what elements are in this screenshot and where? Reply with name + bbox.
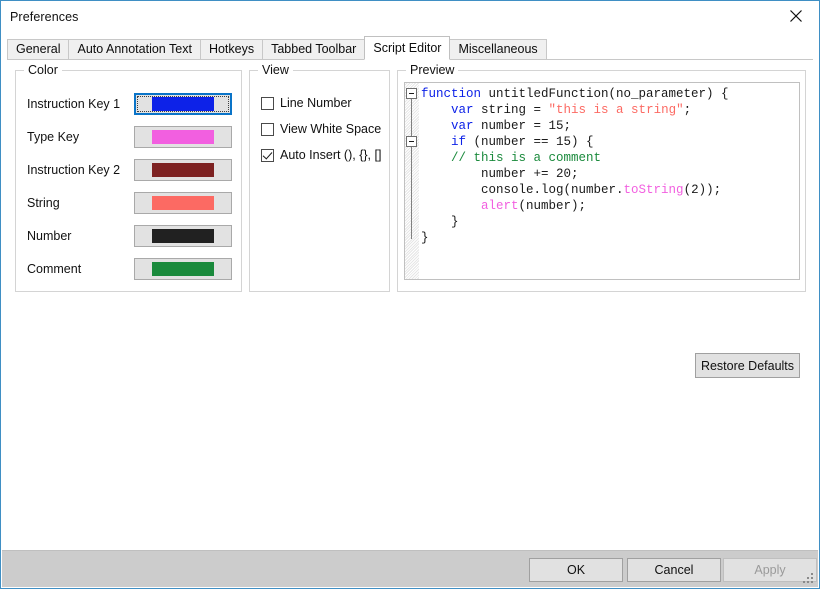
checkbox-label: Auto Insert (), {}, [] (280, 148, 382, 162)
view-group-label: View (258, 63, 293, 77)
color-row: Type Key (27, 126, 232, 148)
code-token: untitledFunction(no_parameter) { (481, 87, 729, 101)
color-swatch-button[interactable] (134, 258, 232, 280)
code-line: number += 20; (421, 166, 799, 182)
cancel-button[interactable]: Cancel (627, 558, 721, 582)
code-token: number = 15; (473, 119, 572, 133)
code-token: } (421, 215, 459, 229)
tab-auto-annotation-text[interactable]: Auto Annotation Text (68, 39, 201, 60)
checkbox-label: View White Space (280, 122, 382, 136)
color-row-label: Type Key (27, 130, 80, 144)
preview-group: Preview function untitledFunction(no_par… (397, 63, 806, 292)
color-swatch-fill (152, 97, 214, 111)
fold-collapse-icon[interactable] (406, 136, 417, 147)
close-icon[interactable] (773, 1, 819, 31)
code-line: // this is a comment (421, 150, 799, 166)
checkbox-unchecked-icon[interactable] (261, 96, 274, 110)
color-swatch-button[interactable] (134, 126, 232, 148)
checkbox-row[interactable]: View White Space (261, 122, 381, 136)
tab-page-script-editor: Color Instruction Key 1 Type Key Instructi… (1, 60, 819, 588)
tab-miscellaneous[interactable]: Miscellaneous (449, 39, 547, 60)
code-line: } (421, 230, 799, 246)
color-row-label: Instruction Key 2 (27, 163, 121, 177)
checkbox-checked-icon[interactable] (261, 148, 274, 162)
code-token: number += 20; (421, 167, 579, 181)
color-swatch-fill (152, 262, 214, 276)
color-swatch-fill (152, 163, 214, 177)
code-token: "this is a string" (548, 103, 684, 117)
tab-tabbed-toolbar[interactable]: Tabbed Toolbar (262, 39, 366, 60)
code-token: toString (623, 183, 684, 197)
code-token: (number); (518, 199, 587, 213)
color-group-label: Color (24, 63, 62, 77)
code-token: function (421, 87, 482, 101)
color-row: String (27, 192, 232, 214)
color-swatch-fill (152, 130, 214, 144)
code-line: alert(number); (421, 198, 799, 214)
code-token: if (451, 135, 467, 149)
checkbox-unchecked-icon[interactable] (261, 122, 274, 136)
code-line: var string = "this is a string"; (421, 102, 799, 118)
fold-connector-line (411, 99, 412, 239)
code-line: var number = 15; (421, 118, 799, 134)
color-row-label: Instruction Key 1 (27, 97, 121, 111)
window-title: Preferences (10, 9, 79, 24)
code-line: } (421, 214, 799, 230)
resize-grip-icon[interactable] (803, 573, 814, 584)
code-token: ; (683, 103, 692, 117)
color-group: Color Instruction Key 1 Type Key Instructi… (15, 63, 242, 292)
code-token: } (421, 231, 429, 245)
color-row: Instruction Key 1 (27, 93, 232, 115)
checkbox-label: Line Number (280, 96, 352, 110)
tab-hotkeys[interactable]: Hotkeys (199, 39, 264, 60)
color-row: Comment (27, 258, 232, 280)
code-line: function untitledFunction(no_parameter) … (421, 86, 799, 102)
code-preview-editor[interactable]: function untitledFunction(no_parameter) … (404, 82, 800, 280)
color-swatch-button[interactable] (134, 225, 232, 247)
color-swatch-button[interactable] (134, 159, 232, 181)
code-line: if (number == 15) { (421, 134, 799, 150)
tab-script-editor[interactable]: Script Editor (364, 36, 451, 60)
code-token: console.log(number. (421, 183, 624, 197)
code-line: console.log(number.toString(2)); (421, 182, 799, 198)
code-token: // this is a comment (451, 151, 602, 165)
title-bar: Preferences (1, 1, 819, 32)
code-fold-margin[interactable] (405, 83, 419, 279)
restore-defaults-button[interactable]: Restore Defaults (695, 353, 800, 378)
dialog-footer: OK Cancel Apply (2, 550, 818, 587)
code-token: var (451, 119, 474, 133)
preferences-tabstrip: General Auto Annotation Text Hotkeys Tabbed… (7, 36, 819, 60)
color-swatch-fill (152, 196, 214, 210)
view-group: View Line Number View White Space Auto Ins… (249, 63, 390, 292)
code-token: (number == 15) { (466, 135, 594, 149)
code-token: alert (481, 199, 519, 213)
preferences-window: Preferences General Auto Annotation Text H… (0, 0, 820, 589)
preview-group-label: Preview (406, 63, 459, 77)
color-row: Number (27, 225, 232, 247)
checkbox-row[interactable]: Line Number (261, 96, 352, 110)
focus-rectangle (137, 96, 229, 112)
color-swatch-button[interactable] (134, 93, 232, 115)
fold-collapse-icon[interactable] (406, 88, 417, 99)
color-row-label: Number (27, 229, 72, 243)
ok-button[interactable]: OK (529, 558, 623, 582)
code-token: (2)); (683, 183, 722, 197)
code-token: string = (473, 103, 549, 117)
checkbox-row[interactable]: Auto Insert (), {}, [] (261, 148, 381, 162)
color-row: Instruction Key 2 (27, 159, 232, 181)
color-swatch-button[interactable] (134, 192, 232, 214)
color-swatch-fill (152, 229, 214, 243)
code-preview-text: function untitledFunction(no_parameter) … (419, 83, 799, 279)
color-row-label: Comment (27, 262, 82, 276)
tab-general[interactable]: General (7, 39, 70, 60)
code-token: var (451, 103, 474, 117)
color-row-label: String (27, 196, 60, 210)
